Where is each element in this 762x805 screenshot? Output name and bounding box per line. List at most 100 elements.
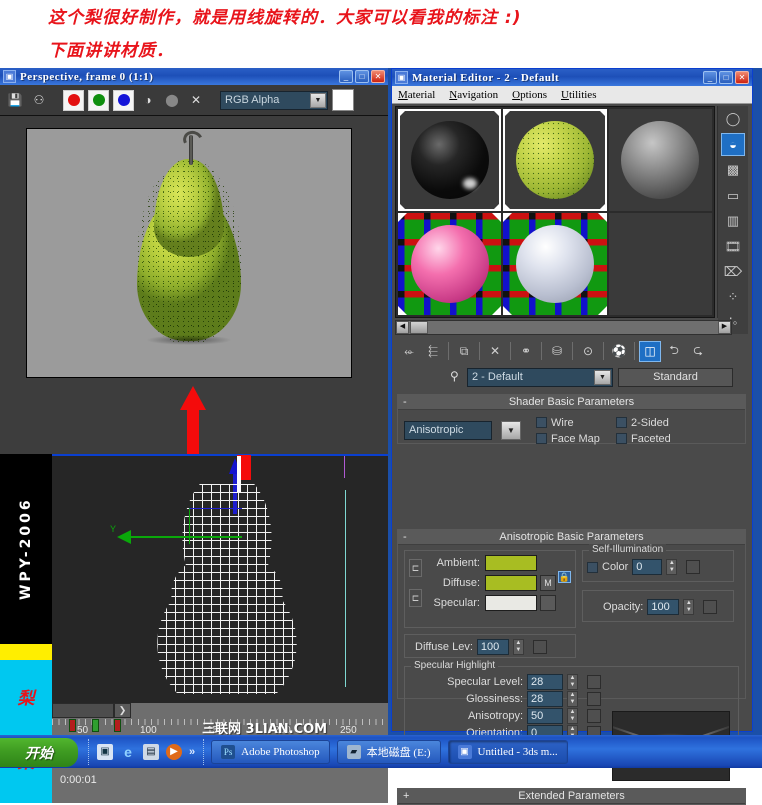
key-marker[interactable] [114, 719, 121, 732]
checkbox-box[interactable] [616, 433, 627, 444]
alpha-channel-icon[interactable]: ◑ [138, 90, 158, 110]
material-editor-vertical-toolbar[interactable]: ◯ ◒ ▩ ▭ ▥ 🎞 ⌦ ⁘ ⁚◦ [718, 106, 748, 334]
close-button[interactable]: ✕ [371, 70, 385, 83]
taskbar-item-drive[interactable]: ▰ 本地磁盘 (E:) [336, 739, 441, 764]
ambient-row[interactable]: Ambient: [424, 555, 557, 571]
diffuse-color-swatch[interactable] [485, 575, 537, 591]
quick-launch-more-icon[interactable]: » [189, 746, 195, 758]
quick-launch-bar[interactable]: ▣ e ▤ ▶ » [88, 738, 205, 765]
checkbox-face-map[interactable]: Face Map [536, 431, 608, 446]
render-window-controls[interactable]: _ □ ✕ [339, 70, 385, 83]
specular-level-row[interactable]: Specular Level: 28 ▲ ▼ [409, 674, 601, 690]
slot-horizontal-scrollbar[interactable]: ◀ ▶ [395, 320, 732, 335]
diffuse-row[interactable]: Diffuse: M [424, 575, 557, 591]
put-to-scene-icon[interactable]: ⬱ [422, 341, 444, 362]
show-end-result-icon[interactable]: ◫ [639, 340, 661, 362]
color-swatch[interactable] [332, 89, 354, 111]
material-slot-grid[interactable] [395, 106, 715, 318]
internet-explorer-icon[interactable]: e [120, 744, 136, 760]
red-channel-icon[interactable] [63, 89, 84, 111]
sample-type-icon[interactable]: ◯ [721, 108, 745, 130]
maximize-button[interactable]: □ [719, 71, 733, 84]
lock-icon[interactable]: 🔒 [557, 571, 571, 583]
menu-material[interactable]: Material [398, 89, 435, 101]
shader-rollout-header[interactable]: - Shader Basic Parameters [398, 395, 745, 410]
glossiness-value[interactable]: 28 [527, 691, 563, 707]
collapse-icon[interactable]: - [403, 530, 407, 544]
video-color-check-icon[interactable]: ▥ [721, 210, 745, 232]
select-by-material-icon[interactable]: ⁘ [721, 286, 745, 308]
self-illum-checkbox[interactable] [587, 561, 598, 573]
specular-level-spinner[interactable]: ▲ ▼ [567, 674, 578, 690]
self-illum-map-button[interactable] [686, 560, 701, 574]
checkbox-box[interactable] [536, 417, 547, 428]
glossiness-map-button[interactable] [587, 692, 601, 706]
scroll-thumb[interactable] [410, 321, 428, 334]
anisotropy-map-button[interactable] [587, 709, 601, 723]
material-name-row[interactable]: ⚲ 2 - Default ▼ Standard [395, 365, 748, 389]
reset-map-icon[interactable]: ✕ [484, 341, 506, 362]
track-bar-field[interactable] [52, 703, 114, 718]
scroll-left-icon[interactable]: ◀ [396, 321, 409, 334]
minimize-button[interactable]: _ [703, 71, 717, 84]
diffuse-specular-lock-icon[interactable]: ⊏ [409, 589, 422, 607]
media-player-icon[interactable]: ▤ [143, 743, 159, 760]
anisotropy-spinner[interactable]: ▲ ▼ [567, 708, 578, 724]
chevron-down-icon[interactable]: ▼ [310, 92, 326, 108]
put-to-library-icon[interactable]: ⛁ [546, 341, 568, 362]
assign-to-selection-icon[interactable]: ⧉ [453, 341, 475, 362]
checkbox-box[interactable] [536, 433, 547, 444]
minimize-button[interactable]: _ [339, 70, 353, 83]
windows-taskbar[interactable]: 开始 ▣ e ▤ ▶ » Ps Adobe Photoshop ▰ 本地磁盘 (… [0, 735, 762, 768]
specular-map-button[interactable]: M [540, 595, 556, 611]
options-icon[interactable]: ⌦ [721, 261, 745, 283]
material-slot-4[interactable] [398, 213, 502, 315]
monochrome-icon[interactable]: ⬤ [162, 90, 182, 110]
checkbox-2-sided[interactable]: 2-Sided [616, 415, 688, 430]
maximize-button[interactable]: □ [355, 70, 369, 83]
checkbox-wire[interactable]: Wire [536, 415, 608, 430]
chevron-down-icon[interactable]: ▼ [501, 421, 521, 440]
diffuse-map-button[interactable]: M [540, 575, 556, 591]
display-mode-select[interactable]: RGB Alpha ▼ [220, 90, 328, 110]
show-map-in-viewport-icon[interactable]: ⚽ [608, 341, 630, 362]
material-effects-channel-icon[interactable]: ⊙ [577, 341, 599, 362]
go-to-parent-icon[interactable]: ⮌ [663, 341, 685, 362]
menu-utilities[interactable]: Utilities [561, 89, 596, 101]
realplayer-icon[interactable]: ▶ [166, 743, 182, 760]
material-type-button[interactable]: Standard [618, 367, 733, 387]
anisotropic-basic-parameters-rollout[interactable]: - Anisotropic Basic Parameters ⊏ ⊏ Ambie… [397, 529, 746, 781]
material-editor-window-controls[interactable]: _ □ ✕ [703, 71, 749, 84]
opacity-spinner[interactable]: ▲ ▼ [683, 599, 695, 615]
next-key-button[interactable]: ❯ [114, 703, 131, 718]
clear-icon[interactable]: ✕ [186, 90, 206, 110]
opacity-map-button[interactable] [703, 600, 718, 614]
aniso-rollout-header[interactable]: - Anisotropic Basic Parameters [398, 530, 745, 545]
go-forward-to-sibling-icon[interactable]: ⮎ [687, 341, 709, 362]
track-bar[interactable]: ❯ 50 100 150 200 250 三联网 3LIAN.COM [52, 703, 388, 739]
expand-icon[interactable]: + [403, 789, 409, 803]
menu-navigation[interactable]: Navigation [449, 89, 498, 101]
material-slot-3[interactable] [608, 109, 712, 211]
collapse-icon[interactable]: - [403, 395, 407, 409]
shader-options-group[interactable]: Wire 2-Sided Face Map Faceted [536, 415, 688, 446]
backlight-icon[interactable]: ◒ [721, 133, 745, 156]
diffuse-level-value[interactable]: 100 [476, 639, 509, 655]
self-illum-value[interactable]: 0 [632, 559, 663, 575]
material-name-field[interactable]: 2 - Default ▼ [467, 367, 613, 387]
key-marker[interactable] [92, 719, 99, 732]
checkbox-faceted[interactable]: Faceted [616, 431, 688, 446]
self-illum-spinner[interactable]: ▲ ▼ [666, 559, 678, 575]
show-desktop-icon[interactable]: ▣ [97, 743, 113, 760]
get-material-icon[interactable]: ⬰ [398, 341, 420, 362]
extended-parameters-rollout[interactable]: + Extended Parameters [397, 788, 746, 805]
render-window-titlebar[interactable]: ▣ Perspective, frame 0 (1:1) _ □ ✕ [0, 68, 388, 85]
specular-level-value[interactable]: 28 [527, 674, 563, 690]
specular-row[interactable]: Specular: M [424, 595, 557, 611]
scroll-right-icon[interactable]: ▶ [718, 321, 731, 334]
material-editor-titlebar[interactable]: ▣ Material Editor - 2 - Default _ □ ✕ [392, 69, 752, 86]
shader-select[interactable]: Anisotropic [404, 421, 492, 440]
eyedropper-icon[interactable]: ⚲ [450, 369, 459, 383]
material-slot-5[interactable] [503, 213, 607, 315]
material-slot-6[interactable] [608, 213, 712, 315]
